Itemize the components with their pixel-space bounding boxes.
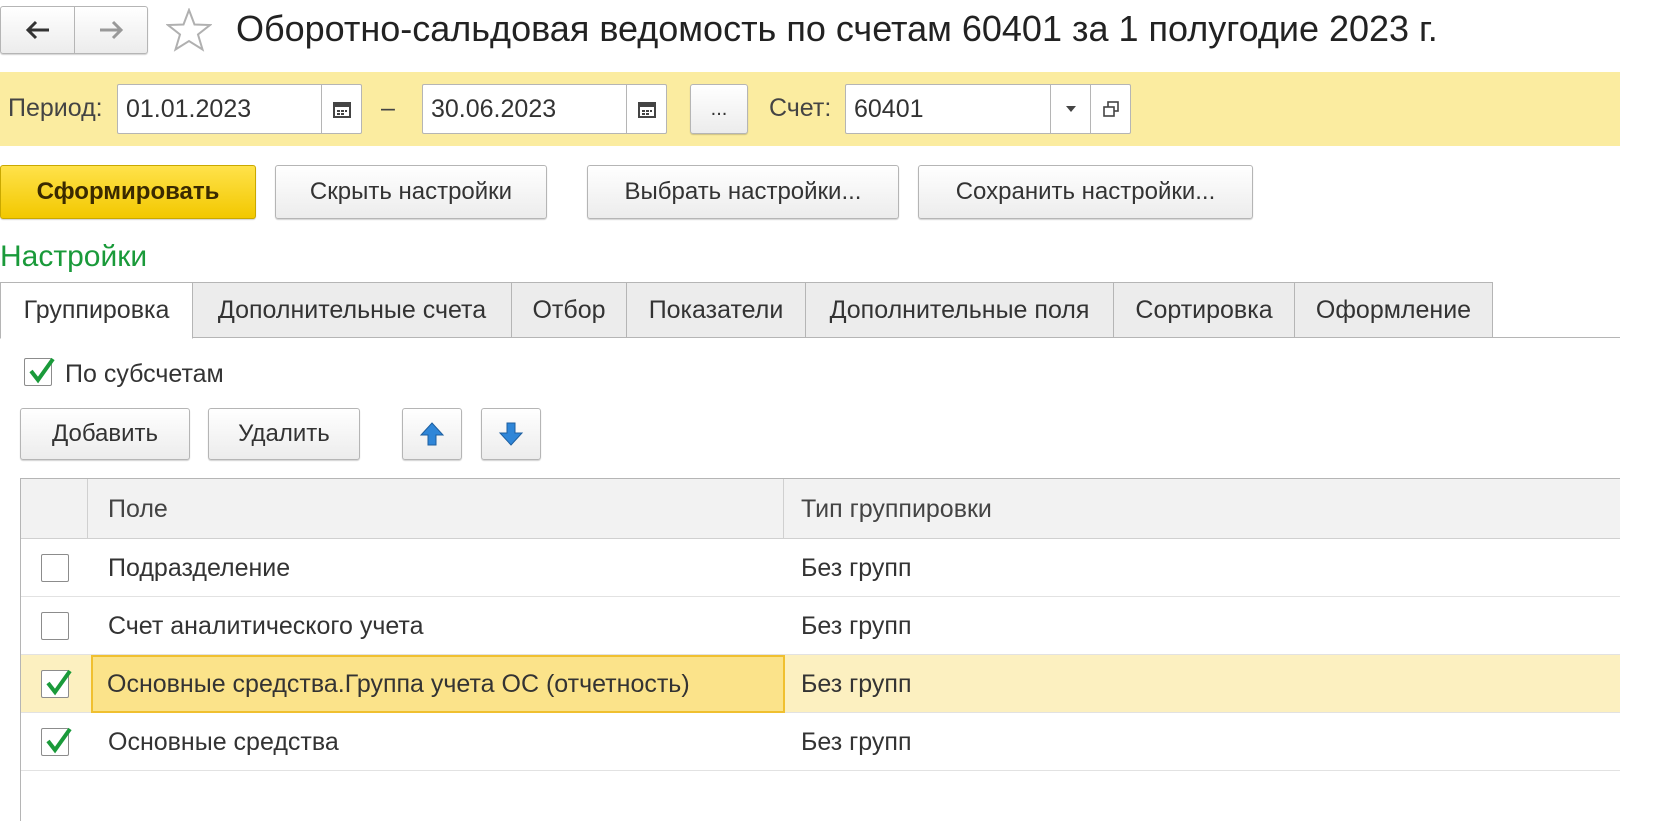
favorite-star-icon[interactable] [165,7,213,57]
page-title: Оборотно-сальдовая ведомость по счетам 6… [236,8,1438,49]
period-to-field[interactable]: 30.06.2023 [422,84,667,134]
account-label: Счет: [769,94,832,122]
period-label: Период: [8,94,103,122]
move-up-button[interactable] [402,408,462,460]
row-checkbox[interactable] [41,554,69,582]
checkmark-icon [29,357,55,384]
row-checkbox[interactable] [41,612,69,640]
back-button[interactable] [1,7,74,53]
row-type: Без групп [801,727,912,756]
row-checkbox[interactable] [41,669,72,698]
arrow-right-icon [100,20,124,40]
arrow-down-icon [498,422,524,446]
checkmark-icon [46,669,72,696]
checkmark-icon [46,727,72,754]
row-type: Без групп [801,553,912,582]
tab-additional-fields[interactable]: Дополнительные поля [805,282,1114,338]
period-to-value: 30.06.2023 [431,94,557,123]
settings-title: Настройки [0,240,148,273]
column-header-type[interactable]: Тип группировки [787,479,992,539]
forward-button[interactable] [74,7,147,53]
period-choose-button[interactable]: ... [690,84,748,134]
tab-sorting[interactable]: Сортировка [1113,282,1295,338]
table-row[interactable]: Подразделение Без групп [21,539,1620,597]
row-checkbox[interactable] [41,727,72,756]
row-field[interactable]: Основные средства.Группа учета ОС (отчет… [91,655,785,713]
grouping-table: Поле Тип группировки Подразделение Без г… [20,478,1620,821]
calendar-to-button[interactable] [626,85,666,133]
move-down-button[interactable] [481,408,541,460]
open-window-icon [1102,101,1119,117]
table-header: Поле Тип группировки [21,479,1620,539]
tab-appearance[interactable]: Оформление [1294,282,1493,338]
table-row-selected[interactable]: Основные средства.Группа учета ОС (отчет… [21,655,1620,713]
tab-indicators[interactable]: Показатели [626,282,806,338]
calendar-icon [637,102,656,118]
tab-filter[interactable]: Отбор [511,282,627,338]
add-button[interactable]: Добавить [20,408,190,460]
account-dropdown-button[interactable] [1050,85,1090,133]
row-type: Без групп [801,611,912,640]
save-settings-button[interactable]: Сохранить настройки... [918,165,1253,219]
choose-settings-button[interactable]: Выбрать настройки... [587,165,899,219]
row-type: Без групп [801,669,912,698]
by-subaccounts-label: По субсчетам [65,360,224,388]
period-bar: Период: 01.01.2023 – 30.06.2023 ... Счет… [0,72,1620,146]
period-dash: – [381,94,395,122]
account-field[interactable]: 60401 [845,84,1131,134]
table-row[interactable]: Счет аналитического учета Без групп [21,597,1620,655]
calendar-icon [332,102,351,118]
nav-buttons [0,6,148,54]
row-field: Счет аналитического учета [108,611,424,640]
arrow-up-icon [419,422,445,446]
column-header-field[interactable]: Поле [94,479,168,539]
tab-additional-accounts[interactable]: Дополнительные счета [192,282,512,338]
row-field: Подразделение [108,553,291,582]
calendar-from-button[interactable] [321,85,361,133]
table-row[interactable]: Основные средства Без групп [21,713,1620,771]
by-subaccounts-checkbox[interactable] [24,357,55,386]
chevron-down-icon [1065,106,1076,112]
arrow-left-icon [25,20,49,40]
delete-button[interactable]: Удалить [208,408,360,460]
tab-grouping[interactable]: Группировка [0,282,193,339]
generate-button[interactable]: Сформировать [0,165,256,219]
account-open-button[interactable] [1090,85,1130,133]
period-from-value: 01.01.2023 [126,94,252,123]
row-field: Основные средства [108,727,339,756]
period-from-field[interactable]: 01.01.2023 [117,84,362,134]
hide-settings-button[interactable]: Скрыть настройки [275,165,547,219]
account-value: 60401 [854,94,924,123]
